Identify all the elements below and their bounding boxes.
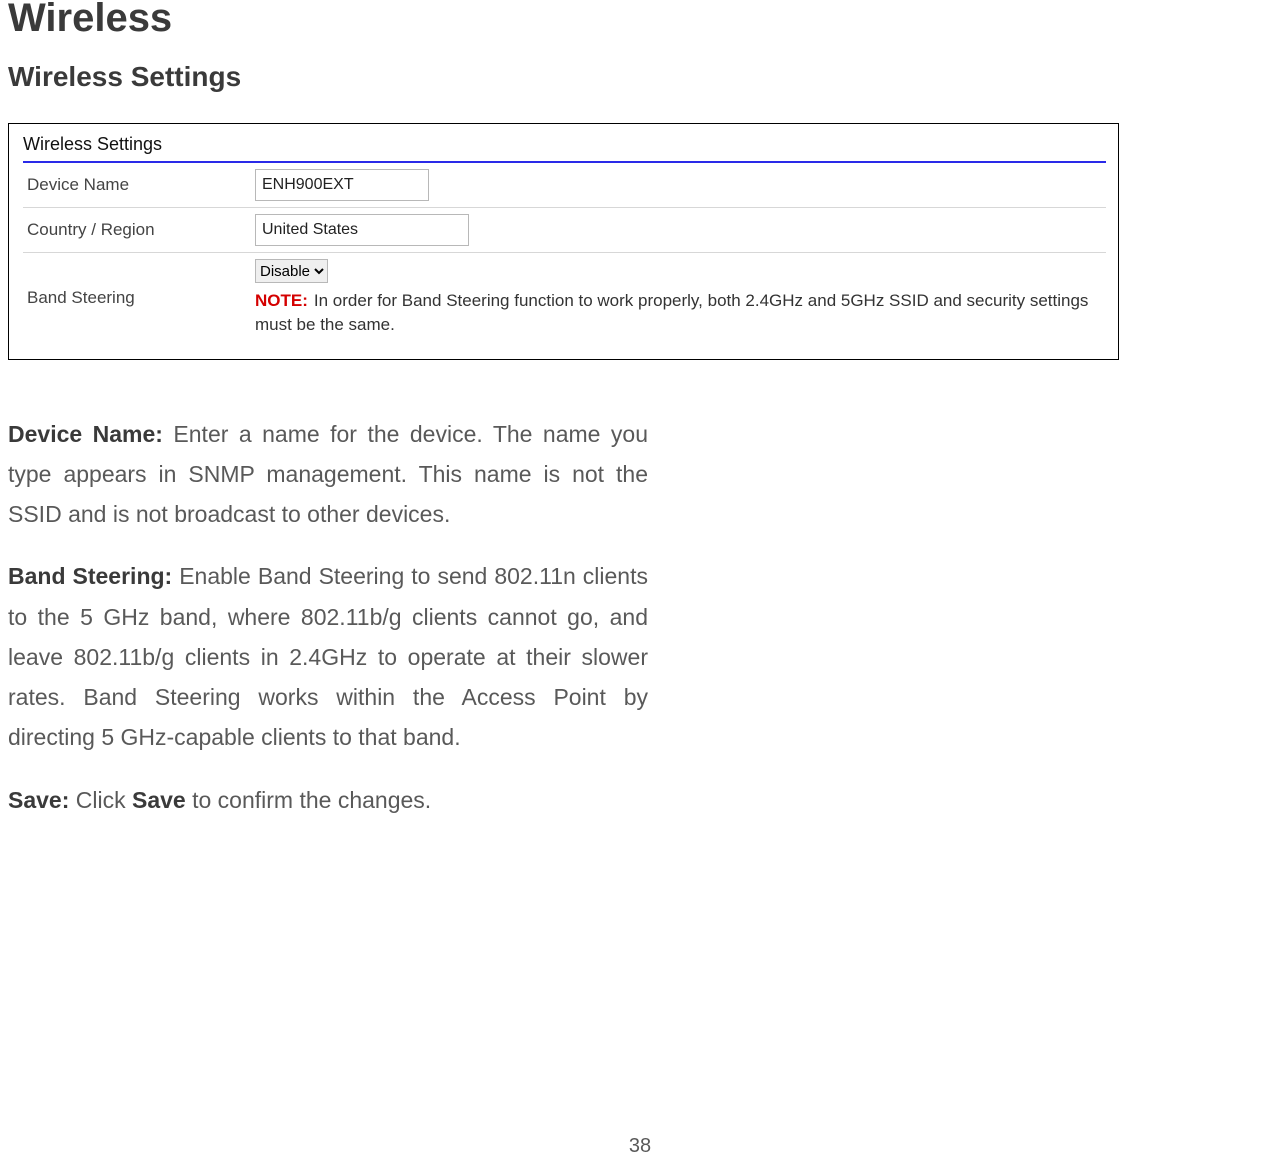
table-row: Band Steering Disable NOTE:In order for … bbox=[23, 253, 1106, 343]
note-text: In order for Band Steering function to w… bbox=[255, 291, 1088, 334]
band-steering-description: Band Steering: Enable Band Steering to s… bbox=[8, 556, 648, 757]
band-steering-note: NOTE:In order for Band Steering function… bbox=[255, 289, 1102, 337]
device-name-label: Device Name bbox=[23, 163, 251, 208]
country-input[interactable] bbox=[255, 214, 469, 246]
section-subtitle: Wireless Settings bbox=[8, 61, 1272, 93]
description-block: Device Name: Enter a name for the device… bbox=[8, 414, 648, 820]
desc-label: Device Name: bbox=[8, 421, 163, 447]
band-steering-label: Band Steering bbox=[23, 253, 251, 343]
country-label: Country / Region bbox=[23, 208, 251, 253]
desc-text: Click bbox=[69, 787, 132, 813]
band-steering-cell: Disable NOTE:In order for Band Steering … bbox=[251, 253, 1106, 343]
table-row: Device Name bbox=[23, 163, 1106, 208]
desc-text: Enable Band Steering to send 802.11n cli… bbox=[8, 563, 648, 750]
desc-label: Band Steering: bbox=[8, 563, 172, 589]
band-steering-select[interactable]: Disable bbox=[255, 259, 328, 283]
panel-heading: Wireless Settings bbox=[23, 134, 1106, 161]
country-cell bbox=[251, 208, 1106, 253]
save-description: Save: Click Save to confirm the changes. bbox=[8, 780, 648, 820]
settings-screenshot-panel: Wireless Settings Device Name Country / … bbox=[8, 123, 1119, 360]
page-title: Wireless bbox=[8, 0, 1272, 41]
save-bold: Save bbox=[132, 787, 186, 813]
device-name-cell bbox=[251, 163, 1106, 208]
desc-text: to confirm the changes. bbox=[186, 787, 431, 813]
desc-label: Save: bbox=[8, 787, 69, 813]
device-name-description: Device Name: Enter a name for the device… bbox=[8, 414, 648, 535]
note-label: NOTE: bbox=[255, 291, 308, 310]
device-name-input[interactable] bbox=[255, 169, 429, 201]
settings-table: Device Name Country / Region Band Steeri… bbox=[23, 163, 1106, 343]
table-row: Country / Region bbox=[23, 208, 1106, 253]
page-number: 38 bbox=[0, 1135, 1280, 1158]
